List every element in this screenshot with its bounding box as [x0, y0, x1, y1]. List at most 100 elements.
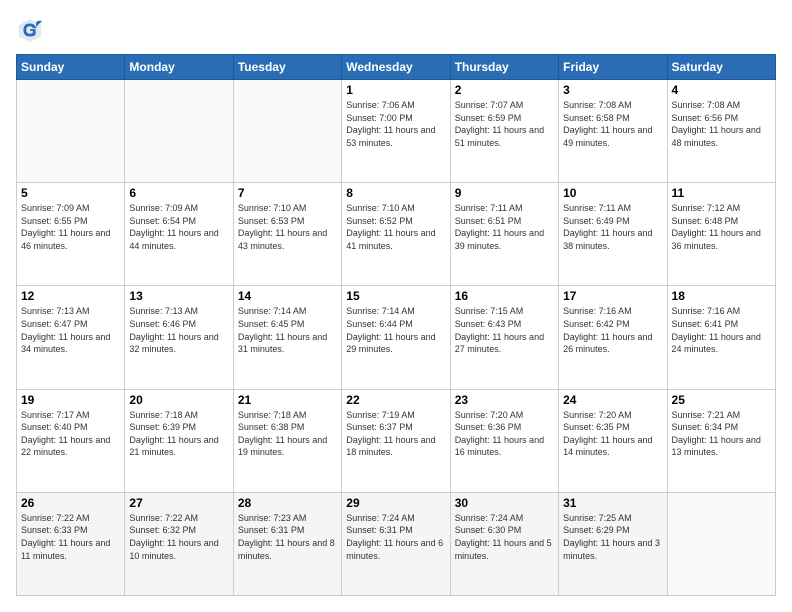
- day-number: 13: [129, 289, 228, 303]
- day-cell: 30 Sunrise: 7:24 AM Sunset: 6:30 PM Dayli…: [450, 492, 558, 595]
- day-number: 27: [129, 496, 228, 510]
- day-cell: 29 Sunrise: 7:24 AM Sunset: 6:31 PM Dayli…: [342, 492, 450, 595]
- day-info: Sunrise: 7:21 AM Sunset: 6:34 PM Dayligh…: [672, 409, 771, 459]
- day-info: Sunrise: 7:12 AM Sunset: 6:48 PM Dayligh…: [672, 202, 771, 252]
- day-number: 9: [455, 186, 554, 200]
- day-number: 5: [21, 186, 120, 200]
- day-info: Sunrise: 7:18 AM Sunset: 6:38 PM Dayligh…: [238, 409, 337, 459]
- day-cell: 17 Sunrise: 7:16 AM Sunset: 6:42 PM Dayli…: [559, 286, 667, 389]
- day-info: Sunrise: 7:16 AM Sunset: 6:42 PM Dayligh…: [563, 305, 662, 355]
- day-cell: 7Sunrise: 7:10 AM Sunset: 6:53 PM Daylig…: [233, 183, 341, 286]
- day-cell: 15 Sunrise: 7:14 AM Sunset: 6:44 PM Dayli…: [342, 286, 450, 389]
- day-number: 30: [455, 496, 554, 510]
- day-info: Sunrise: 7:06 AM Sunset: 7:00 PM Dayligh…: [346, 99, 445, 149]
- day-info: Sunrise: 7:08 AM Sunset: 6:56 PM Dayligh…: [672, 99, 771, 149]
- day-info: Sunrise: 7:09 AM Sunset: 6:55 PM Dayligh…: [21, 202, 120, 252]
- logo-icon: [16, 16, 44, 44]
- day-info: Sunrise: 7:25 AM Sunset: 6:29 PM Dayligh…: [563, 512, 662, 562]
- day-header-tuesday: Tuesday: [233, 55, 341, 80]
- calendar-header: SundayMondayTuesdayWednesdayThursdayFrid…: [17, 55, 776, 80]
- day-info: Sunrise: 7:11 AM Sunset: 6:49 PM Dayligh…: [563, 202, 662, 252]
- logo: [16, 16, 48, 44]
- day-number: 1: [346, 83, 445, 97]
- day-header-monday: Monday: [125, 55, 233, 80]
- day-info: Sunrise: 7:19 AM Sunset: 6:37 PM Dayligh…: [346, 409, 445, 459]
- week-row-5: 26 Sunrise: 7:22 AM Sunset: 6:33 PM Dayli…: [17, 492, 776, 595]
- day-number: 16: [455, 289, 554, 303]
- day-number: 28: [238, 496, 337, 510]
- day-cell: 31 Sunrise: 7:25 AM Sunset: 6:29 PM Dayli…: [559, 492, 667, 595]
- day-info: Sunrise: 7:22 AM Sunset: 6:32 PM Dayligh…: [129, 512, 228, 562]
- day-info: Sunrise: 7:07 AM Sunset: 6:59 PM Dayligh…: [455, 99, 554, 149]
- day-cell: 10 Sunrise: 7:11 AM Sunset: 6:49 PM Dayli…: [559, 183, 667, 286]
- day-info: Sunrise: 7:08 AM Sunset: 6:58 PM Dayligh…: [563, 99, 662, 149]
- days-header-row: SundayMondayTuesdayWednesdayThursdayFrid…: [17, 55, 776, 80]
- day-cell: 1 Sunrise: 7:06 AM Sunset: 7:00 PM Daylig…: [342, 80, 450, 183]
- day-info: Sunrise: 7:10 AM Sunset: 6:52 PM Dayligh…: [346, 202, 445, 252]
- day-number: 23: [455, 393, 554, 407]
- day-info: Sunrise: 7:22 AM Sunset: 6:33 PM Dayligh…: [21, 512, 120, 562]
- day-number: 24: [563, 393, 662, 407]
- day-cell: 22 Sunrise: 7:19 AM Sunset: 6:37 PM Dayli…: [342, 389, 450, 492]
- day-cell: 28Sunrise: 7:23 AM Sunset: 6:31 PM Dayli…: [233, 492, 341, 595]
- day-cell: 18 Sunrise: 7:16 AM Sunset: 6:41 PM Dayli…: [667, 286, 775, 389]
- day-cell: 24 Sunrise: 7:20 AM Sunset: 6:35 PM Dayli…: [559, 389, 667, 492]
- day-number: 29: [346, 496, 445, 510]
- day-cell: 2 Sunrise: 7:07 AM Sunset: 6:59 PM Daylig…: [450, 80, 558, 183]
- day-info: Sunrise: 7:24 AM Sunset: 6:30 PM Dayligh…: [455, 512, 554, 562]
- day-number: 11: [672, 186, 771, 200]
- day-cell: [125, 80, 233, 183]
- day-number: 22: [346, 393, 445, 407]
- day-info: Sunrise: 7:15 AM Sunset: 6:43 PM Dayligh…: [455, 305, 554, 355]
- day-number: 31: [563, 496, 662, 510]
- day-cell: 27 Sunrise: 7:22 AM Sunset: 6:32 PM Dayli…: [125, 492, 233, 595]
- day-number: 21: [238, 393, 337, 407]
- day-info: Sunrise: 7:14 AM Sunset: 6:45 PM Dayligh…: [238, 305, 337, 355]
- day-cell: [17, 80, 125, 183]
- day-cell: [667, 492, 775, 595]
- day-cell: 26 Sunrise: 7:22 AM Sunset: 6:33 PM Dayli…: [17, 492, 125, 595]
- day-number: 15: [346, 289, 445, 303]
- week-row-4: 19Sunrise: 7:17 AM Sunset: 6:40 PM Dayli…: [17, 389, 776, 492]
- day-number: 4: [672, 83, 771, 97]
- week-row-1: 1 Sunrise: 7:06 AM Sunset: 7:00 PM Daylig…: [17, 80, 776, 183]
- day-header-wednesday: Wednesday: [342, 55, 450, 80]
- day-info: Sunrise: 7:17 AM Sunset: 6:40 PM Dayligh…: [21, 409, 120, 459]
- day-number: 20: [129, 393, 228, 407]
- day-number: 14: [238, 289, 337, 303]
- day-cell: 13 Sunrise: 7:13 AM Sunset: 6:46 PM Dayli…: [125, 286, 233, 389]
- day-header-sunday: Sunday: [17, 55, 125, 80]
- day-info: Sunrise: 7:13 AM Sunset: 6:46 PM Dayligh…: [129, 305, 228, 355]
- day-header-saturday: Saturday: [667, 55, 775, 80]
- day-cell: 21 Sunrise: 7:18 AM Sunset: 6:38 PM Dayli…: [233, 389, 341, 492]
- day-cell: 8 Sunrise: 7:10 AM Sunset: 6:52 PM Daylig…: [342, 183, 450, 286]
- week-row-2: 5 Sunrise: 7:09 AM Sunset: 6:55 PM Daylig…: [17, 183, 776, 286]
- day-number: 12: [21, 289, 120, 303]
- day-cell: 25Sunrise: 7:21 AM Sunset: 6:34 PM Dayli…: [667, 389, 775, 492]
- day-number: 7: [238, 186, 337, 200]
- week-row-3: 12Sunrise: 7:13 AM Sunset: 6:47 PM Dayli…: [17, 286, 776, 389]
- day-info: Sunrise: 7:24 AM Sunset: 6:31 PM Dayligh…: [346, 512, 445, 562]
- day-header-thursday: Thursday: [450, 55, 558, 80]
- day-number: 3: [563, 83, 662, 97]
- day-cell: 9Sunrise: 7:11 AM Sunset: 6:51 PM Daylig…: [450, 183, 558, 286]
- day-number: 26: [21, 496, 120, 510]
- day-cell: 23Sunrise: 7:20 AM Sunset: 6:36 PM Dayli…: [450, 389, 558, 492]
- day-cell: 3 Sunrise: 7:08 AM Sunset: 6:58 PM Daylig…: [559, 80, 667, 183]
- day-number: 8: [346, 186, 445, 200]
- day-number: 2: [455, 83, 554, 97]
- day-cell: 5 Sunrise: 7:09 AM Sunset: 6:55 PM Daylig…: [17, 183, 125, 286]
- day-info: Sunrise: 7:18 AM Sunset: 6:39 PM Dayligh…: [129, 409, 228, 459]
- day-info: Sunrise: 7:16 AM Sunset: 6:41 PM Dayligh…: [672, 305, 771, 355]
- header: [16, 16, 776, 44]
- day-number: 10: [563, 186, 662, 200]
- day-number: 18: [672, 289, 771, 303]
- day-cell: 14 Sunrise: 7:14 AM Sunset: 6:45 PM Dayli…: [233, 286, 341, 389]
- day-cell: 16 Sunrise: 7:15 AM Sunset: 6:43 PM Dayli…: [450, 286, 558, 389]
- day-info: Sunrise: 7:20 AM Sunset: 6:35 PM Dayligh…: [563, 409, 662, 459]
- day-number: 17: [563, 289, 662, 303]
- page: SundayMondayTuesdayWednesdayThursdayFrid…: [0, 0, 792, 612]
- day-header-friday: Friday: [559, 55, 667, 80]
- day-info: Sunrise: 7:14 AM Sunset: 6:44 PM Dayligh…: [346, 305, 445, 355]
- calendar-table: SundayMondayTuesdayWednesdayThursdayFrid…: [16, 54, 776, 596]
